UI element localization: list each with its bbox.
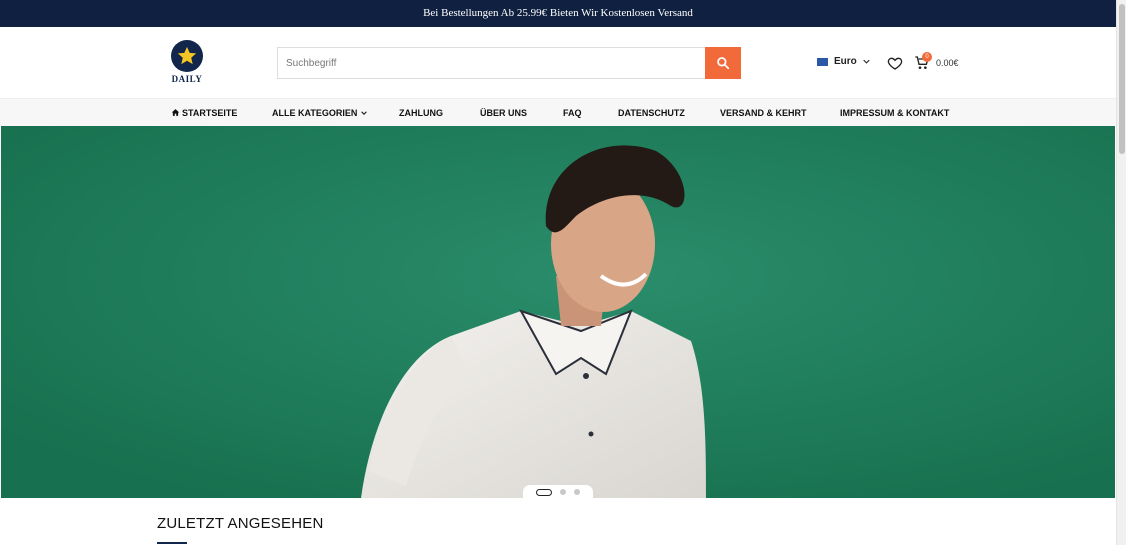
site-logo[interactable]: DAILY	[168, 40, 206, 84]
main-nav: STARTSEITE ALLE KATEGORIEN ZAHLUNG ÜBER …	[0, 98, 1116, 126]
nav-item-faq[interactable]: FAQ	[563, 99, 582, 127]
search-bar	[277, 47, 741, 79]
chevron-down-icon	[361, 111, 367, 115]
logo-text: DAILY	[171, 74, 203, 84]
page: Bei Bestellungen Ab 25.99€ Bieten Wir Ko…	[0, 0, 1126, 545]
nav-item-label: DATENSCHUTZ	[618, 108, 685, 118]
scrollbar-thumb[interactable]	[1119, 4, 1125, 154]
nav-item-datenschutz[interactable]: DATENSCHUTZ	[618, 99, 685, 127]
search-input[interactable]	[277, 47, 705, 79]
recently-viewed-title: ZULETZT ANGESEHEN	[157, 515, 324, 532]
scrollbar[interactable]	[1116, 0, 1126, 545]
search-button[interactable]	[705, 47, 741, 79]
hero-banner[interactable]	[1, 126, 1115, 498]
currency-label: Euro	[834, 56, 857, 67]
slider-pagination	[523, 485, 593, 499]
nav-item-versand-kehrt[interactable]: VERSAND & KEHRT	[720, 99, 807, 127]
search-icon	[717, 57, 730, 70]
nav-item-label: FAQ	[563, 108, 582, 118]
slider-dot-1[interactable]	[536, 488, 552, 496]
nav-item-zahlung[interactable]: ZAHLUNG	[399, 99, 443, 127]
nav-item-startseite[interactable]: STARTSEITE	[171, 99, 237, 127]
eu-flag-icon	[817, 57, 828, 66]
nav-item-alle-kategorien[interactable]: ALLE KATEGORIEN	[272, 99, 367, 127]
section-underline	[157, 542, 187, 544]
nav-item-impressum-kontakt[interactable]: IMPRESSUM & KONTAKT	[840, 99, 949, 127]
announcement-text: Bei Bestellungen Ab 25.99€ Bieten Wir Ko…	[423, 7, 693, 19]
home-icon	[171, 109, 180, 116]
nav-item-label: ÜBER UNS	[480, 108, 528, 118]
cart-count-badge: 0	[922, 52, 932, 62]
currency-selector[interactable]: Euro	[817, 56, 870, 67]
cart-total[interactable]: 0.00€	[936, 58, 959, 68]
hero-image	[1, 126, 1115, 498]
nav-item-label: ZAHLUNG	[399, 108, 443, 118]
slider-dot-2[interactable]	[560, 489, 566, 495]
star-icon	[171, 40, 203, 72]
chevron-down-icon	[863, 59, 870, 64]
nav-item-ueber-uns[interactable]: ÜBER UNS	[480, 99, 527, 127]
announcement-bar: Bei Bestellungen Ab 25.99€ Bieten Wir Ko…	[0, 0, 1116, 27]
heart-icon[interactable]	[887, 55, 903, 71]
nav-item-label: STARTSEITE	[182, 108, 238, 118]
nav-item-label: IMPRESSUM & KONTAKT	[840, 108, 950, 118]
slider-dot-3[interactable]	[574, 489, 580, 495]
nav-item-label: ALLE KATEGORIEN	[272, 108, 358, 118]
nav-item-label: VERSAND & KEHRT	[720, 108, 807, 118]
